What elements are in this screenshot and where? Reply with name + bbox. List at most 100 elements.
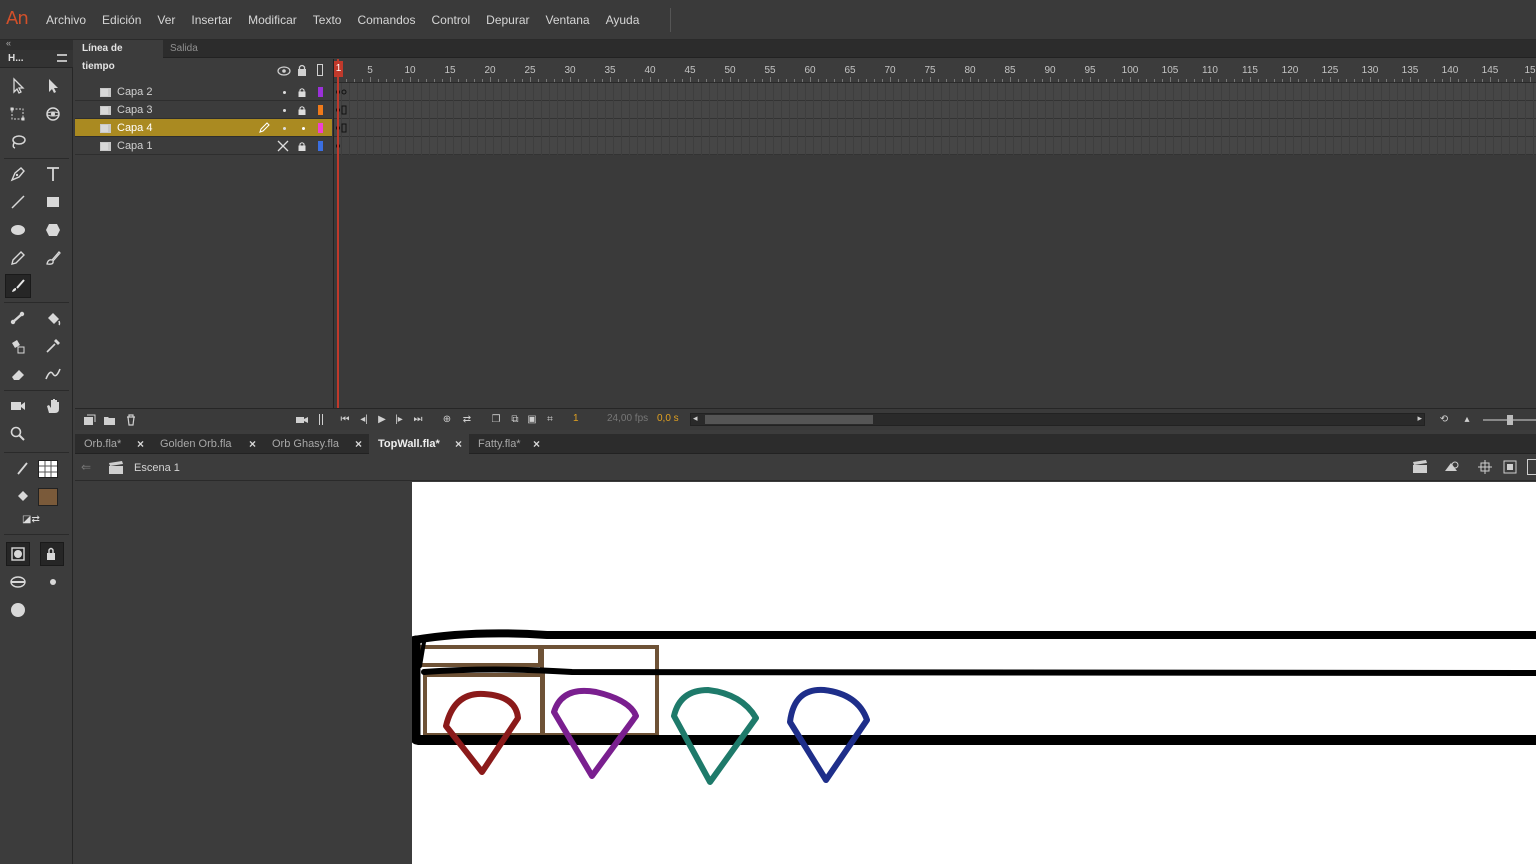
center-frame-icon[interactable]: ⊕ [441, 414, 453, 425]
brush-mode-icon[interactable] [5, 570, 31, 594]
brush-size-icon[interactable] [40, 570, 66, 594]
camera-tool-icon[interactable] [5, 394, 31, 418]
tools-panel-collapse[interactable]: « [0, 38, 73, 50]
brush-tool-icon[interactable] [5, 274, 31, 298]
rectangle-tool-icon[interactable] [40, 190, 66, 214]
playhead[interactable] [337, 59, 339, 408]
center-stage-icon[interactable] [1477, 459, 1493, 475]
stroke-color-icon[interactable] [10, 456, 36, 480]
menu-edicion[interactable]: Edición [94, 12, 149, 28]
zoom-dropdown[interactable] [1527, 459, 1536, 475]
step-back-icon[interactable]: ◂| [358, 414, 370, 425]
zoom-small-icon[interactable]: ▴ [1461, 414, 1473, 425]
layer-name[interactable]: Capa 1 [117, 140, 152, 152]
line-tool-icon[interactable] [5, 190, 31, 214]
bone-tool-icon[interactable] [5, 306, 31, 330]
elapsed-time-readout[interactable]: 0,0 s [657, 413, 679, 424]
layer-row[interactable]: Capa 2 [75, 83, 332, 101]
new-layer-icon[interactable] [83, 414, 96, 426]
timeline-zoom-handle[interactable] [1507, 415, 1513, 425]
fill-color-icon[interactable] [10, 484, 36, 508]
hidden-icon[interactable] [277, 140, 289, 152]
unlocked-dot-icon[interactable] [302, 127, 305, 130]
visible-dot-icon[interactable] [283, 127, 286, 130]
layer-color-swatch[interactable] [318, 87, 323, 97]
edit-symbols-icon[interactable] [1443, 459, 1463, 475]
3d-rotation-tool-icon[interactable] [40, 102, 66, 126]
ink-bottle-tool-icon[interactable] [5, 334, 31, 358]
modify-onion-markers-icon[interactable]: ⌗ [544, 414, 556, 425]
close-icon[interactable]: × [137, 434, 144, 454]
lock-icon[interactable] [296, 64, 308, 76]
edit-scene-icon[interactable] [1412, 460, 1432, 474]
timeline-zoom-slider[interactable] [1483, 415, 1536, 425]
menu-ventana[interactable]: Ventana [538, 12, 598, 28]
fill-swatch[interactable] [38, 488, 58, 506]
doc-tab-orb[interactable]: Orb.fla* × [75, 434, 151, 454]
menu-control[interactable]: Control [423, 12, 478, 28]
polystar-tool-icon[interactable] [40, 218, 66, 242]
menu-insertar[interactable]: Insertar [183, 12, 240, 28]
menu-depurar[interactable]: Depurar [478, 12, 537, 28]
play-icon[interactable]: ▶ [376, 414, 388, 425]
step-forward-icon[interactable]: |▸ [393, 414, 405, 425]
frame-ruler[interactable]: 1510152025303540455055606570758085909510… [334, 59, 1536, 83]
stroke-swatch[interactable] [38, 460, 58, 478]
scroll-right-icon[interactable]: ▸ [1417, 413, 1422, 424]
paint-brush-tool-icon[interactable] [40, 246, 66, 270]
layer-color-swatch[interactable] [318, 123, 323, 133]
wooden-frames[interactable] [418, 645, 659, 737]
lock-icon[interactable] [297, 87, 307, 97]
close-icon[interactable]: × [455, 434, 462, 454]
layer-color-swatch[interactable] [318, 141, 323, 151]
object-drawing-icon[interactable] [6, 542, 30, 566]
menu-ayuda[interactable]: Ayuda [598, 12, 648, 28]
frame-rate-readout[interactable]: 24,00 fps [607, 413, 648, 424]
visible-dot-icon[interactable] [283, 91, 286, 94]
frame-grid[interactable] [334, 83, 1536, 155]
layer-row[interactable]: Capa 4 [75, 119, 332, 137]
clip-content-icon[interactable] [1502, 459, 1518, 475]
layer-name[interactable]: Capa 4 [117, 122, 152, 134]
visible-dot-icon[interactable] [283, 109, 286, 112]
timeline-scrollbar[interactable]: ◂ ▸ [690, 413, 1425, 426]
close-icon[interactable]: × [249, 434, 256, 454]
menu-modificar[interactable]: Modificar [240, 12, 305, 28]
collapse-arrows-icon[interactable]: « [6, 38, 11, 48]
frames-area[interactable]: 1510152025303540455055606570758085909510… [333, 59, 1536, 408]
stage[interactable] [412, 482, 1536, 864]
free-transform-tool-icon[interactable] [5, 102, 31, 126]
menu-texto[interactable]: Texto [305, 12, 350, 28]
back-arrow-icon[interactable]: ⇐ [81, 460, 91, 474]
scrollbar-thumb[interactable] [705, 415, 873, 424]
menu-comandos[interactable]: Comandos [349, 12, 423, 28]
eyedropper-tool-icon[interactable] [40, 334, 66, 358]
lock-fill-icon[interactable] [40, 542, 64, 566]
loop-icon[interactable]: ⇄ [461, 414, 473, 425]
new-folder-icon[interactable] [103, 414, 116, 426]
layer-name[interactable]: Capa 3 [117, 104, 152, 116]
delete-layer-icon[interactable] [125, 414, 137, 426]
camera-layer-icon[interactable] [295, 415, 309, 425]
blue-gem[interactable] [787, 686, 870, 783]
scroll-left-icon[interactable]: ◂ [693, 413, 698, 424]
brush-shape-icon[interactable] [5, 598, 31, 622]
close-icon[interactable]: × [355, 434, 362, 454]
red-gem[interactable] [443, 690, 521, 775]
panel-menu-icon[interactable] [57, 54, 67, 62]
close-icon[interactable]: × [533, 434, 540, 454]
go-to-last-frame-icon[interactable]: ⏭ [412, 414, 424, 425]
lock-icon[interactable] [297, 141, 307, 151]
swap-colors-icon[interactable]: ◪⇄ [22, 514, 40, 525]
width-tool-icon[interactable] [40, 362, 66, 386]
playhead-frame-label[interactable]: 1 [334, 61, 343, 77]
doc-tab-golden-orb[interactable]: Golden Orb.fla × [151, 434, 263, 454]
selection-tool-icon[interactable] [5, 74, 31, 98]
lock-icon[interactable] [297, 105, 307, 115]
layer-row[interactable]: Capa 1 [75, 137, 332, 155]
eye-icon[interactable] [277, 66, 291, 76]
onion-skin-icon[interactable]: ❐ [490, 414, 502, 425]
wall-lines[interactable] [412, 629, 1536, 745]
current-frame-readout[interactable]: 1 [573, 413, 579, 424]
text-tool-icon[interactable] [40, 162, 66, 186]
